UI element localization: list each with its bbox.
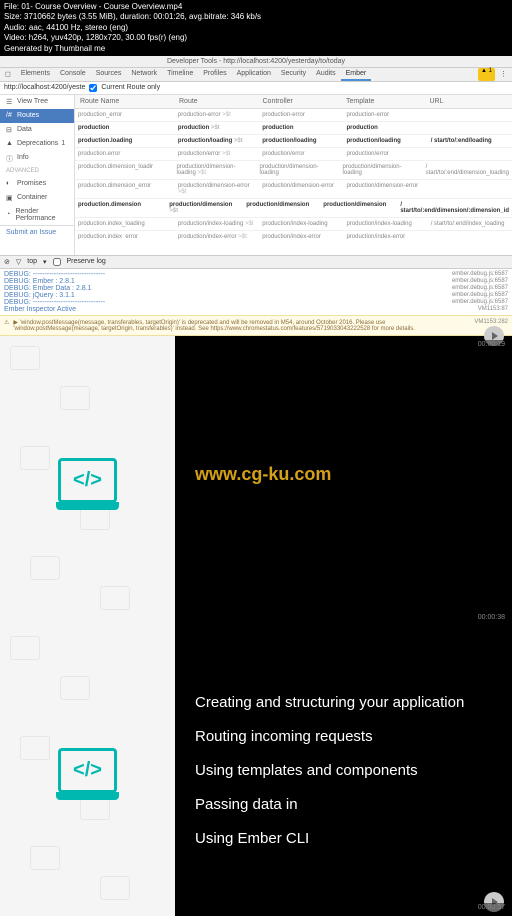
- current-route-checkbox[interactable]: [89, 84, 97, 92]
- warn-icon: ▲: [6, 140, 14, 148]
- code-icon-2: </>: [58, 748, 117, 793]
- timestamp-3: 00:00:57: [475, 903, 508, 912]
- meta-file: File: 01- Course Overview - Course Overv…: [4, 2, 508, 12]
- console-header: ⊘ ▽ top ▾ Preserve log: [0, 255, 512, 269]
- col-controller: Controller: [260, 97, 344, 106]
- tab-ember[interactable]: Ember: [341, 68, 372, 81]
- clear-icon[interactable]: ⊘: [4, 258, 10, 266]
- preserve-log-checkbox[interactable]: [53, 258, 61, 266]
- meta-generated: Generated by Thumbnail me: [4, 44, 508, 54]
- video-frame-2: </> Creating and structuring your applic…: [0, 626, 512, 916]
- bullet-2: Routing incoming requests: [195, 722, 492, 752]
- metadata-panel: File: 01- Course Overview - Course Overv…: [0, 0, 512, 56]
- console-line: DEBUG: jQuery : 3.1.1ember.debug.js:6587: [4, 292, 508, 299]
- table-row[interactable]: productionproduction >$tproductionproduc…: [75, 122, 512, 135]
- url-text: http://localhost:4200/yeste: [4, 84, 85, 91]
- sidebar-item-info[interactable]: ⓘInfo: [0, 151, 74, 165]
- sidebar-item-submit-issue[interactable]: Submit an Issue: [0, 225, 74, 239]
- route-table-body[interactable]: production_errorproduction-error >$tprod…: [75, 109, 512, 239]
- meta-size: Size: 3710662 bytes (3.55 MiB), duration…: [4, 12, 508, 22]
- tab-audits[interactable]: Audits: [311, 68, 340, 81]
- devtools-title: Developer Tools - http://localhost:4200/…: [167, 58, 345, 65]
- warning-count-badge[interactable]: ▲ 1: [478, 68, 495, 81]
- warning-icon: ⚠: [4, 319, 9, 332]
- bullet-1: Creating and structuring your applicatio…: [195, 688, 492, 718]
- slide-right-pane-2: Creating and structuring your applicatio…: [175, 626, 512, 916]
- current-route-label: Current Route only: [101, 84, 160, 91]
- perf-icon: ◔: [6, 211, 12, 219]
- preserve-log-label: Preserve log: [67, 258, 106, 265]
- sidebar-item-routes[interactable]: /#Routes: [0, 109, 74, 123]
- tab-profiles[interactable]: Profiles: [198, 68, 231, 81]
- route-table-area: Route Name Route Controller Template URL…: [75, 95, 512, 255]
- col-url: URL: [427, 97, 511, 106]
- tab-application[interactable]: Application: [232, 68, 276, 81]
- route-icon: /#: [6, 112, 14, 120]
- sidebar-item-view-tree[interactable]: ☰View Tree: [0, 95, 74, 109]
- table-row[interactable]: production.errorproduction/error >$tprod…: [75, 148, 512, 161]
- meta-audio: Audio: aac, 44100 Hz, stereo (eng): [4, 23, 508, 33]
- tab-network[interactable]: Network: [126, 68, 162, 81]
- col-route: Route: [176, 97, 260, 106]
- url-bar: http://localhost:4200/yeste Current Rout…: [0, 82, 512, 95]
- tab-sources[interactable]: Sources: [91, 68, 127, 81]
- tab-console[interactable]: Console: [55, 68, 91, 81]
- info-icon: ⓘ: [6, 154, 14, 162]
- tab-timeline[interactable]: Timeline: [162, 68, 198, 81]
- devtools-title-bar: Developer Tools - http://localhost:4200/…: [0, 56, 512, 68]
- bullet-3: Using templates and components: [195, 756, 492, 786]
- col-template: Template: [343, 97, 427, 106]
- slide-left-pane-2: </>: [0, 626, 175, 916]
- slide-left-pane: </>: [0, 336, 175, 626]
- sidebar-item-data[interactable]: ⊟Data: [0, 123, 74, 137]
- table-row[interactable]: production.dimensionproduction/dimension…: [75, 199, 512, 218]
- timestamp-2: 00:00:38: [475, 613, 508, 622]
- bullet-5: Using Ember CLI: [195, 824, 492, 854]
- timestamp-1: 00:00:19: [475, 340, 508, 349]
- table-row[interactable]: production.loadingproduction/loading >$t…: [75, 135, 512, 148]
- console-warning: ⚠ ▶ 'window.postMessage(message, transfe…: [0, 315, 512, 336]
- table-row[interactable]: production_errorproduction-error >$tprod…: [75, 109, 512, 122]
- code-icon: </>: [58, 458, 117, 503]
- table-row[interactable]: production.dimension_loadirproduction/di…: [75, 161, 512, 180]
- sidebar-item-deprecations[interactable]: ▲Deprecations 1: [0, 137, 74, 151]
- dropdown-icon[interactable]: ▾: [43, 258, 47, 266]
- table-row[interactable]: production.dimension_errorproduction/dim…: [75, 180, 512, 199]
- table-row[interactable]: production.index_errorproduction/index-e…: [75, 231, 512, 239]
- ember-sidebar: ☰View Tree /#Routes ⊟Data ▲Deprecations …: [0, 95, 75, 255]
- console-line: DEBUG: -------------------------------em…: [4, 271, 508, 278]
- filter-icon[interactable]: ▽: [16, 258, 21, 266]
- console-body[interactable]: DEBUG: -------------------------------em…: [0, 269, 512, 315]
- sidebar-item-promises[interactable]: ◐Promises: [0, 177, 74, 191]
- devtools-tabs: ◻ Elements Console Sources Network Timel…: [0, 68, 512, 82]
- console-line: DEBUG: Ember : 2.8.1ember.debug.js:6587: [4, 278, 508, 285]
- warning-text: ▶ 'window.postMessage(message, transfera…: [13, 319, 470, 332]
- tab-security[interactable]: Security: [276, 68, 311, 81]
- data-icon: ⊟: [6, 126, 14, 134]
- console-line: DEBUG: -------------------------------em…: [4, 299, 508, 306]
- tree-icon: ☰: [6, 98, 14, 106]
- tab-elements[interactable]: Elements: [16, 68, 55, 81]
- sidebar-item-container[interactable]: ▣Container: [0, 191, 74, 205]
- col-route-name: Route Name: [77, 97, 176, 106]
- console-line: Ember Inspector ActiveVM1153:87: [4, 306, 508, 313]
- slide-right-pane: www.cg-ku.com: [175, 336, 512, 626]
- sidebar-item-render-perf[interactable]: ◔Render Performance: [0, 205, 74, 225]
- inspect-icon[interactable]: ◻: [0, 68, 16, 81]
- sidebar-section-advanced: ADVANCED: [0, 165, 74, 177]
- route-table-header: Route Name Route Controller Template URL: [75, 95, 512, 109]
- ember-inspector-panel: ☰View Tree /#Routes ⊟Data ▲Deprecations …: [0, 95, 512, 255]
- container-icon: ▣: [6, 194, 14, 202]
- video-frame-1: 00:00:19 </> www.cg-ku.com 00:00:38: [0, 336, 512, 626]
- meta-video: Video: h264, yuv420p, 1280x720, 30.00 fp…: [4, 33, 508, 43]
- bullet-4: Passing data in: [195, 790, 492, 820]
- console-scope-dropdown[interactable]: top: [27, 258, 37, 265]
- watermark: www.cg-ku.com: [195, 456, 331, 492]
- console-line: DEBUG: Ember Data : 2.8.1ember.debug.js:…: [4, 285, 508, 292]
- table-row[interactable]: production.index_loadingproduction/index…: [75, 218, 512, 231]
- promise-icon: ◐: [6, 180, 14, 188]
- more-icon[interactable]: ⋮: [495, 68, 512, 81]
